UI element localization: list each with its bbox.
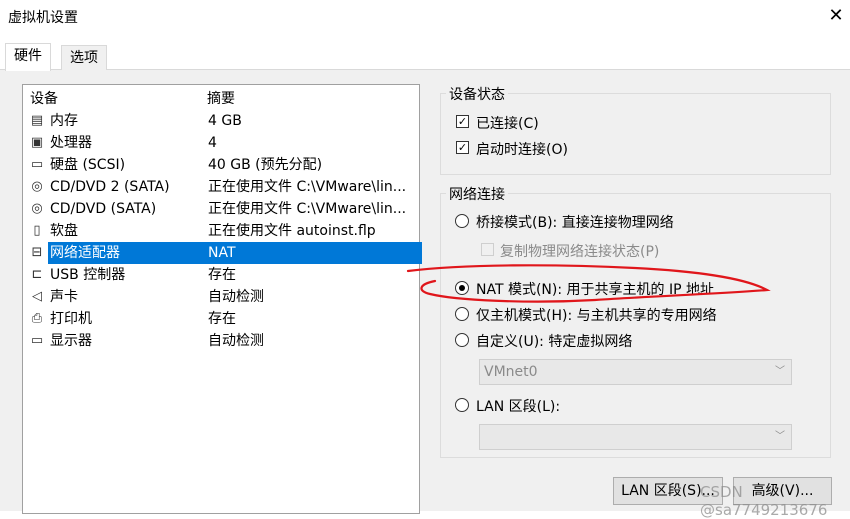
device-row-harddisk[interactable]: ▭ 硬盘 (SCSI) 40 GB (预先分配) [24,154,419,176]
usb-icon: ⊏ [31,267,43,282]
speaker-icon: ◁ [32,289,42,304]
cd-icon: ◎ [31,179,43,194]
chevron-down-icon: ﹀ [775,366,785,377]
memory-icon: ▤ [30,113,44,128]
device-row-network-adapter[interactable]: ⊟ 网络适配器 NAT [24,242,422,264]
device-name: CD/DVD (SATA) [50,201,157,217]
device-summary: 存在 [208,267,236,283]
host-only-radio[interactable] [455,307,469,321]
device-summary: 存在 [208,311,236,327]
window-title: 虚拟机设置 [8,10,78,26]
connected-label[interactable]: 已连接(C) [476,113,539,133]
device-name: 显示器 [50,333,92,349]
network-connection-group [440,193,831,458]
custom-label[interactable]: 自定义(U): 特定虚拟网络 [476,331,632,351]
device-name: 打印机 [50,311,92,327]
device-name: 网络适配器 [48,242,207,264]
device-row-floppy[interactable]: ▯ 软盘 正在使用文件 autoinst.flp [24,220,419,242]
device-summary: 自动检测 [208,289,264,305]
floppy-icon: ▯ [33,223,41,238]
device-summary: 40 GB (预先分配) [208,157,323,173]
tab-options[interactable]: 选项 [61,45,107,70]
column-header-device[interactable]: 设备 [30,88,58,108]
device-row-usb[interactable]: ⊏ USB 控制器 存在 [24,264,419,286]
lan-segment-select[interactable]: ﹀ [479,424,792,450]
device-summary: NAT [205,242,422,264]
connect-at-power-on-label[interactable]: 启动时连接(O) [476,139,568,159]
connect-at-power-on-checkbox[interactable]: ✓ [456,141,469,154]
device-row-processor[interactable]: ▣ 处理器 4 [24,132,419,154]
custom-network-select[interactable]: VMnet0 ﹀ [479,359,792,385]
device-name: CD/DVD 2 (SATA) [50,179,170,195]
custom-network-value: VMnet0 [484,364,538,380]
device-row-cd2[interactable]: ◎ CD/DVD 2 (SATA) 正在使用文件 C:\VMware\lin..… [24,176,419,198]
device-summary: 正在使用文件 C:\VMware\lin... [208,201,407,217]
device-status-legend: 设备状态 [446,84,508,104]
harddisk-icon: ▭ [30,157,44,172]
cpu-icon: ▣ [30,135,44,150]
column-header-summary[interactable]: 摘要 [207,88,235,108]
device-row-printer[interactable]: ⎙ 打印机 存在 [24,308,419,330]
device-status-group [440,93,831,175]
watermark: CSDN @sa7749213676 [700,483,828,519]
device-summary: 4 [208,135,217,151]
lan-segment-label[interactable]: LAN 区段(L): [476,396,560,416]
tab-hardware[interactable]: 硬件 [5,43,51,71]
cd-icon: ◎ [31,201,43,216]
lan-segment-radio[interactable] [455,398,469,412]
device-name: 声卡 [50,289,78,305]
device-summary: 正在使用文件 autoinst.flp [208,223,376,239]
title-bar [0,0,850,34]
device-name: 内存 [50,113,78,129]
device-name: 硬盘 (SCSI) [50,157,126,173]
network-icon: ⊟ [31,245,43,260]
host-only-label[interactable]: 仅主机模式(H): 与主机共享的专用网络 [476,305,717,325]
device-row-sound[interactable]: ◁ 声卡 自动检测 [24,286,419,308]
device-name: 处理器 [50,135,92,151]
replicate-state-checkbox[interactable] [481,243,494,256]
monitor-icon: ▭ [30,333,44,348]
device-row-display[interactable]: ▭ 显示器 自动检测 [24,330,419,352]
device-row-memory[interactable]: ▤ 内存 4 GB [24,110,419,132]
device-row-cd[interactable]: ◎ CD/DVD (SATA) 正在使用文件 C:\VMware\lin... [24,198,419,220]
device-summary: 自动检测 [208,333,264,349]
bridged-radio[interactable] [455,214,469,228]
connected-checkbox[interactable]: ✓ [456,115,469,128]
red-annotation-scribble [406,264,771,303]
bridged-label[interactable]: 桥接模式(B): 直接连接物理网络 [476,212,674,232]
custom-radio[interactable] [455,333,469,347]
close-icon[interactable]: ✕ [823,2,849,30]
network-connection-legend: 网络连接 [446,184,508,204]
device-summary: 正在使用文件 C:\VMware\lin... [208,179,407,195]
chevron-down-icon: ﹀ [775,431,785,442]
device-name: 软盘 [50,223,78,239]
printer-icon: ⎙ [31,311,43,326]
device-list[interactable]: 设备 摘要 ▤ 内存 4 GB ▣ 处理器 4 ▭ 硬盘 (SCSI) 40 G… [22,84,422,514]
device-name: USB 控制器 [50,267,126,283]
device-summary: 4 GB [208,113,242,129]
